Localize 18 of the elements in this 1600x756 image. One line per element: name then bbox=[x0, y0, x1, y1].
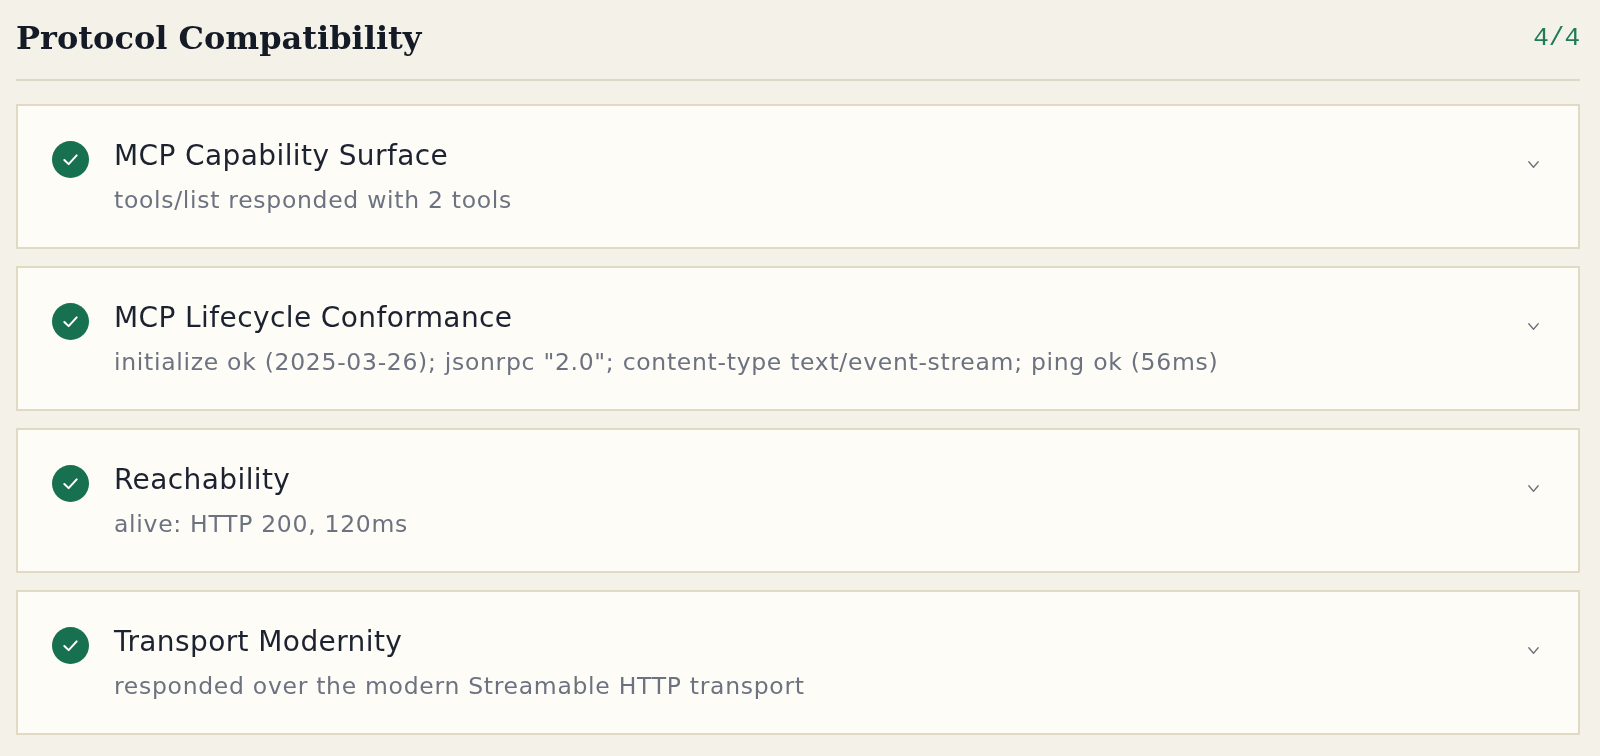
chevron-icon[interactable] bbox=[1528, 485, 1539, 492]
check-detail: tools/list responded with 2 tools bbox=[114, 186, 514, 214]
check-name: Reachability bbox=[114, 465, 292, 495]
check-name: MCP Capability Surface bbox=[114, 141, 450, 171]
check-detail: alive: HTTP 200, 120ms bbox=[114, 510, 409, 538]
check-card[interactable]: MCP Capability Surface tools/list responded with 2 tools bbox=[16, 104, 1580, 249]
check-detail: responded over the modern Streamable HTTP transport bbox=[114, 672, 806, 700]
section-title: Protocol Compatibility bbox=[16, 17, 422, 58]
check-detail: initialize ok (2025-03-26); jsonrpc "2.0"; content-type text/event-stream; ping ok (56ms) bbox=[114, 348, 1220, 376]
check-card[interactable]: MCP Lifecycle Conformance initialize ok (2025-03-26); jsonrpc "2.0"; content-type text/event-stream; ping ok (56ms) bbox=[16, 266, 1580, 411]
check-name: MCP Lifecycle Conformance bbox=[114, 303, 514, 333]
chevron-icon[interactable] bbox=[1528, 161, 1539, 168]
check-card[interactable]: Reachability alive: HTTP 200, 120ms bbox=[16, 428, 1580, 573]
chevron-icon[interactable] bbox=[1528, 323, 1539, 330]
chevron-icon[interactable] bbox=[1528, 647, 1539, 654]
check-name: Transport Modernity bbox=[114, 627, 404, 657]
check-card[interactable]: Transport Modernity responded over the modern Streamable HTTP transport bbox=[16, 590, 1580, 735]
score-count: 4/4 bbox=[1533, 22, 1580, 53]
